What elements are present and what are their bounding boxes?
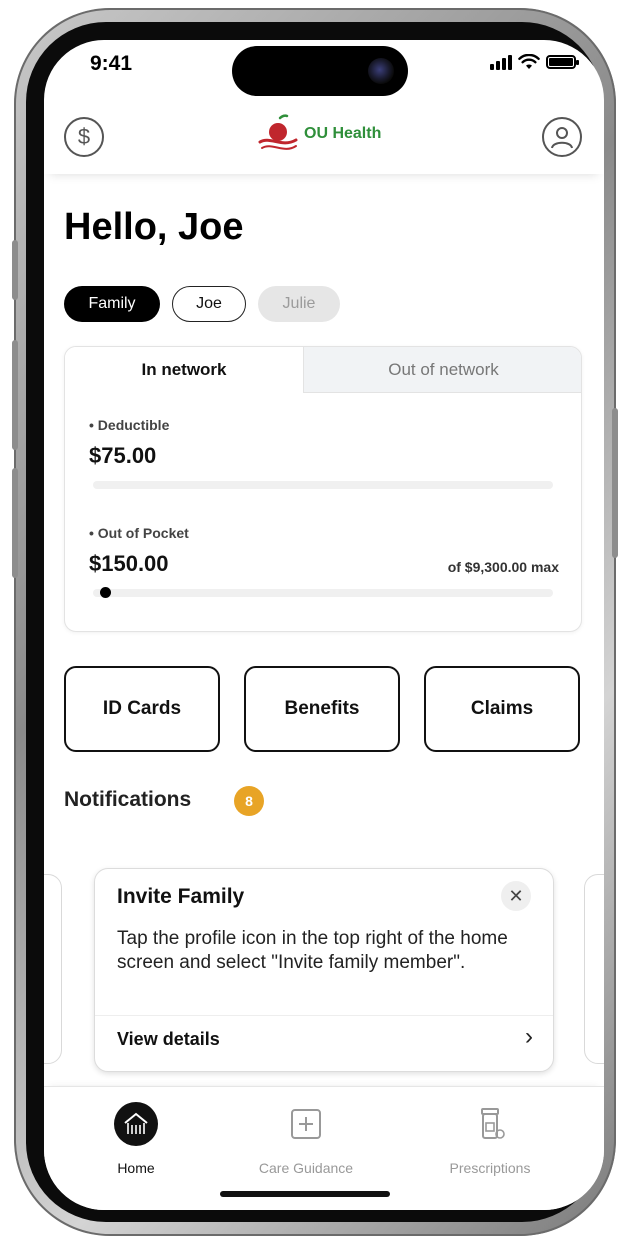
member-chip-julie[interactable]: Julie xyxy=(258,286,340,322)
out-of-pocket-label: • Out of Pocket xyxy=(89,525,189,541)
tab-out-of-network[interactable]: Out of network xyxy=(303,347,581,393)
next-notification-card[interactable] xyxy=(584,874,604,1064)
battery-icon xyxy=(546,55,579,69)
app-header: $ OU Health xyxy=(44,100,604,174)
out-of-pocket-max: of $9,300.00 max xyxy=(447,559,559,575)
notifications-count-badge: 8 xyxy=(234,786,264,816)
benefits-button[interactable]: Benefits xyxy=(244,666,400,752)
coverage-card: In network Out of network • Deductible $… xyxy=(64,346,582,632)
plus-square-icon xyxy=(291,1109,321,1139)
tab-prescriptions-label: Prescriptions xyxy=(449,1160,531,1176)
status-icons xyxy=(490,54,579,70)
camera-icon xyxy=(368,58,394,84)
tab-in-network[interactable]: In network xyxy=(65,347,303,393)
signal-icon xyxy=(490,54,512,70)
deductible-amount: $75.00 xyxy=(89,443,157,468)
side-button xyxy=(612,408,618,558)
notifications-heading: Notifications xyxy=(64,788,192,811)
out-of-pocket-progress-bar xyxy=(93,587,553,598)
deductible-label: • Deductible xyxy=(89,417,170,433)
view-details-link[interactable]: View details xyxy=(117,1029,220,1050)
notification-body: Tap the profile icon in the top right of… xyxy=(117,928,508,973)
member-chip-joe[interactable]: Joe xyxy=(172,286,246,322)
tab-bar: Home Care Guidance Prescriptions xyxy=(44,1086,604,1210)
member-chip-family[interactable]: Family xyxy=(64,286,160,322)
wifi-icon xyxy=(518,54,540,69)
notification-card[interactable]: Invite Family ✕ Tap the profile icon in … xyxy=(94,868,554,1072)
notification-title: Invite Family xyxy=(117,885,245,908)
previous-notification-card[interactable] xyxy=(44,874,62,1064)
home-icon xyxy=(114,1102,158,1146)
tab-home[interactable]: Home xyxy=(66,1101,206,1176)
out-of-pocket-amount: $150.00 xyxy=(89,551,169,576)
brand-name: OU Health xyxy=(304,125,382,142)
tab-care-guidance[interactable]: Care Guidance xyxy=(236,1101,376,1176)
tab-home-label: Home xyxy=(117,1160,155,1176)
side-button xyxy=(12,468,18,578)
screen: 9:41 $ OU Health Hello, Joe Family Joe J… xyxy=(44,40,604,1210)
chevron-right-icon[interactable]: › xyxy=(525,1023,533,1051)
claims-button[interactable]: Claims xyxy=(424,666,580,752)
side-button xyxy=(12,240,18,300)
home-indicator xyxy=(220,1191,390,1197)
status-time: 9:41 xyxy=(90,52,133,75)
brand-logo: OU Health xyxy=(256,112,381,156)
dollar-icon[interactable]: $ xyxy=(64,117,104,157)
tab-prescriptions[interactable]: Prescriptions xyxy=(420,1101,560,1176)
profile-icon[interactable] xyxy=(542,117,582,157)
deductible-progress-bar xyxy=(93,481,553,489)
close-icon[interactable]: ✕ xyxy=(501,881,531,911)
divider xyxy=(95,1015,553,1016)
dynamic-island xyxy=(232,46,408,96)
apple-logo-icon xyxy=(258,114,298,150)
tab-care-guidance-label: Care Guidance xyxy=(258,1160,354,1176)
pill-bottle-icon xyxy=(481,1108,505,1139)
page-title: Hello, Joe xyxy=(64,206,244,248)
id-cards-button[interactable]: ID Cards xyxy=(64,666,220,752)
out-of-pocket-progress-marker xyxy=(100,587,111,598)
status-bar: 9:41 xyxy=(44,40,604,100)
side-button xyxy=(12,340,18,450)
